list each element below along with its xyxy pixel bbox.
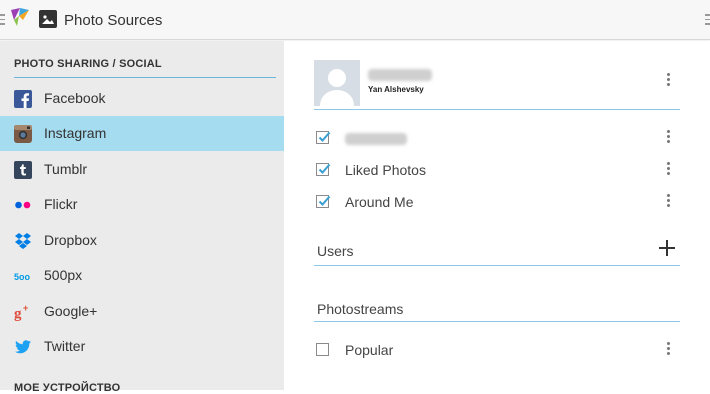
main-panel: Yan Alshevsky Liked Photos Around Me Use… — [284, 41, 710, 390]
500px-icon: 5oo — [14, 272, 31, 282]
svg-text:5oo: 5oo — [14, 272, 31, 282]
page-title: Photo Sources — [64, 12, 163, 29]
sidebar-item-label: Google+ — [44, 303, 98, 319]
tumblr-icon — [14, 161, 32, 179]
sidebar-item-flickr[interactable]: Flickr — [0, 187, 284, 222]
photostreams-divider — [314, 321, 680, 322]
twitter-icon — [15, 340, 31, 354]
facebook-icon — [14, 90, 32, 108]
instagram-icon — [14, 125, 32, 143]
photostream-label: Popular — [345, 342, 394, 358]
dropbox-icon — [15, 233, 31, 249]
account-divider — [314, 109, 680, 110]
feed-label: Around Me — [345, 194, 414, 210]
sidebar-item-facebook[interactable]: Facebook — [0, 81, 284, 116]
feed-label: Liked Photos — [345, 162, 426, 178]
feed-checkbox[interactable] — [316, 195, 331, 208]
feed-checkbox[interactable] — [316, 163, 331, 176]
sidebar-item-label: Dropbox — [44, 232, 97, 248]
photostream-checkbox[interactable] — [316, 343, 329, 356]
svg-text:g: g — [14, 306, 22, 321]
google-plus-icon: g + — [14, 303, 28, 321]
sidebar-item-tumblr[interactable]: Tumblr — [0, 152, 284, 187]
photostreams-section-label: Photostreams — [317, 301, 404, 317]
drawer-toggle-icon[interactable] — [0, 14, 5, 26]
sidebar-item-label: Twitter — [44, 338, 86, 354]
feed-menu-icon[interactable] — [665, 194, 671, 210]
sidebar-item-label: Facebook — [44, 90, 106, 106]
sidebar-item-label: Instagram — [44, 125, 107, 141]
feed-menu-icon[interactable] — [665, 130, 671, 146]
top-bar: Photo Sources — [0, 0, 710, 40]
account-menu-icon[interactable] — [665, 73, 671, 89]
sidebar-item-instagram[interactable]: Instagram — [0, 116, 284, 151]
feed-checkbox[interactable] — [316, 131, 331, 144]
sidebar: PHOTO SHARING / SOCIAL Facebook Instagra… — [0, 41, 284, 394]
account-username-redacted — [368, 69, 432, 81]
account-name: Yan Alshevsky — [368, 85, 424, 94]
sidebar-item-google-plus[interactable]: g + Google+ — [0, 294, 284, 329]
sidebar-item-dropbox[interactable]: Dropbox — [0, 223, 284, 258]
sidebar-item-label: Flickr — [44, 196, 78, 212]
sidebar-item-twitter[interactable]: Twitter — [0, 329, 284, 364]
svg-text:+: + — [23, 303, 28, 313]
feed-label-redacted — [345, 133, 407, 145]
feed-menu-icon[interactable] — [665, 162, 671, 178]
flickr-icon — [15, 201, 31, 209]
app-logo-icon — [11, 8, 29, 26]
users-divider — [314, 265, 680, 266]
avatar — [314, 60, 360, 106]
avatar-placeholder-icon — [314, 60, 360, 106]
section-header-photo-sharing: PHOTO SHARING / SOCIAL — [14, 58, 276, 78]
section-header-my-device: МОЕ УСТРОЙСТВО — [14, 382, 121, 394]
sidebar-item-500px[interactable]: 5oo 500px — [0, 258, 284, 293]
overflow-menu-icon[interactable] — [705, 14, 710, 26]
sidebar-item-label: 500px — [44, 267, 83, 283]
sidebar-item-label: Tumblr — [44, 161, 88, 177]
photostream-menu-icon[interactable] — [665, 342, 671, 358]
add-user-icon[interactable] — [659, 240, 675, 256]
photo-icon — [39, 10, 57, 28]
users-section-label: Users — [317, 243, 354, 259]
